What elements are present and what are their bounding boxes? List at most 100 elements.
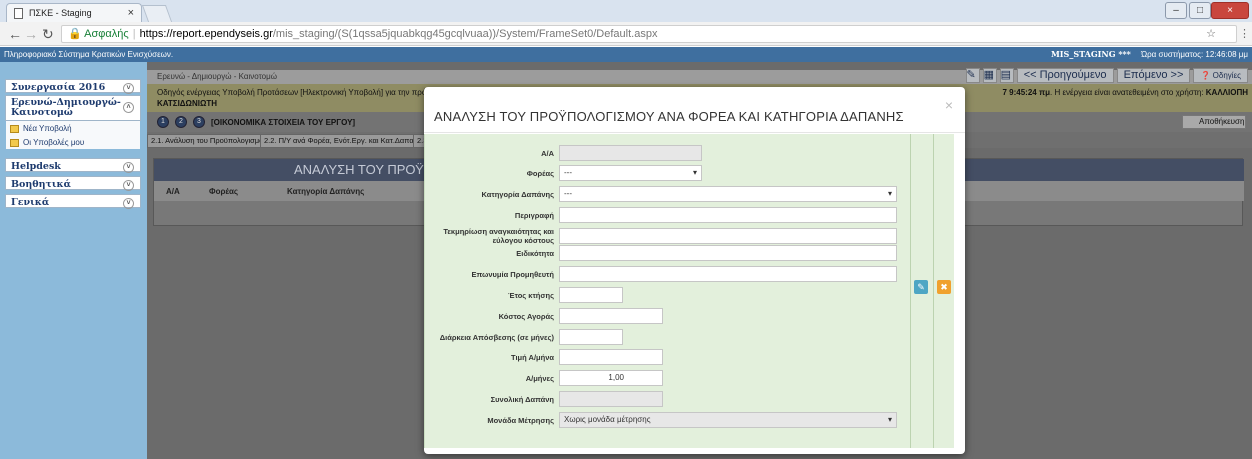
eponymia-input[interactable] (559, 266, 897, 282)
help-label: Οδηγίες (1212, 71, 1241, 80)
save-button[interactable]: Αποθήκευση (1182, 115, 1246, 129)
budget-modal: ΑΝΑΛΥΣΗ ΤΟΥ ΠΡΟΫΠΟΛΟΓΙΣΜΟΥ ΑΝΑ ΦΟΡΕΑ ΚΑΙ… (424, 87, 965, 454)
field-label: Επωνυμία Προμηθευτή (471, 270, 555, 279)
reload-icon[interactable]: ↻ (42, 25, 54, 43)
modal-title: ΑΝΑΛΥΣΗ ΤΟΥ ΠΡΟΫΠΟΛΟΓΙΣΜΟΥ ΑΝΑ ΦΟΡΕΑ ΚΑΙ… (434, 109, 904, 124)
amines-input[interactable]: 1,00 (559, 370, 663, 386)
field-label: Τεκμηρίωση αναγκαιότητας και εύλογου κόσ… (443, 227, 554, 245)
new-tab-button[interactable] (141, 5, 173, 22)
timi-input[interactable] (559, 349, 663, 365)
field-label: Ειδικότητα (516, 249, 554, 258)
bookmark-star-icon[interactable]: ☆ (1206, 26, 1216, 42)
eidikotita-input[interactable] (559, 245, 897, 261)
address-separator: | (132, 28, 136, 40)
monada-select[interactable]: Χωρις μονάδα μέτρησης (559, 412, 897, 428)
field-label: Τιμή Α/μήνα (511, 353, 554, 362)
environment-label: MIS_STAGING *** (1050, 49, 1131, 59)
sidebar-section-helpdesk[interactable]: Helpdesk ˅ (5, 158, 141, 173)
grid-col-aa: Α/Α (166, 187, 180, 196)
notice-assign-text: . Η ενέργεια είναι ανατεθειμένη στο χρήσ… (1050, 88, 1204, 97)
step-2-icon[interactable]: 2 (175, 116, 187, 128)
edit-pencil-icon[interactable]: ✎ (965, 68, 980, 83)
kostos-input[interactable] (559, 308, 663, 324)
print-icon[interactable]: ▦ (982, 68, 997, 83)
step-1-icon[interactable]: 1 (157, 116, 169, 128)
field-label: Κόστος Αγοράς (498, 312, 554, 321)
sidebar-section-erevno[interactable]: Ερευνώ-Δημιουργώ-Καινοτομώ ˄ (5, 95, 141, 121)
export-icon[interactable]: ▤ (999, 68, 1014, 83)
row-actions: ✎ ✖ (910, 134, 954, 448)
field-label: Περιγραφή (514, 211, 554, 220)
sidebar-section-label: Ερευνώ-Δημιουργώ-Καινοτομώ (11, 97, 121, 118)
chevron-up-icon[interactable]: ˄ (123, 102, 134, 113)
aa-input (559, 145, 702, 161)
sidebar-section-voithitika[interactable]: Βοηθητικά ˅ (5, 176, 141, 191)
sidebar-section-label: Συνεργασία 2016 (11, 82, 106, 93)
confirm-edit-icon[interactable]: ✎ (914, 280, 928, 294)
sidebar-item-new-submission[interactable]: Νέα Υποβολή (6, 121, 140, 135)
header-right: MIS_STAGING *** Ώρα συστήματος: 12:46:08… (1051, 47, 1248, 62)
maximize-button[interactable]: □ (1189, 2, 1211, 19)
browser-tab-title: ΠΣΚΕ - Staging (29, 8, 92, 18)
url-path: /mis_staging/(S(1qssa5jquabkqg45gcqlvuaa… (272, 28, 658, 40)
etos-input[interactable] (559, 287, 623, 303)
help-icon: ❓ (1200, 71, 1211, 80)
sidebar-section-label: Γενικά (11, 197, 50, 208)
field-label: Μονάδα Μέτρησης (487, 416, 554, 425)
sidebar-section-genika[interactable]: Γενικά ˅ (5, 194, 141, 209)
perigrafi-input[interactable] (559, 207, 897, 223)
chevron-down-icon[interactable]: ˅ (123, 180, 134, 191)
forward-arrow-icon[interactable]: → (24, 25, 38, 43)
chevron-down-icon[interactable]: ˅ (123, 162, 134, 173)
window-close-button[interactable]: × (1211, 2, 1249, 19)
address-bar[interactable]: 🔒 Ασφαλής | https://report.ependyseis.gr/m… (61, 25, 1250, 43)
minimize-button[interactable]: – (1165, 2, 1187, 19)
back-arrow-icon[interactable]: ← (8, 25, 22, 43)
field-label: Α/Α (541, 149, 554, 158)
field-label: Έτος κτήσης (508, 291, 554, 300)
app-header: Πληροφοριακό Σύστημα Κρατικών Ενισχύσεων… (0, 47, 1252, 62)
menu-kebab-icon[interactable]: ⋮ (1239, 26, 1250, 42)
secure-label: Ασφαλής (84, 28, 129, 40)
top-toolbar: ✎ ▦ ▤ << Προηγούμενο Επόμενο >> ❓ Οδηγίε… (965, 68, 1248, 84)
notice-right: 7 9:45:24 πμ. Η ενέργεια είναι ανατεθειμ… (1003, 87, 1249, 98)
sidebar-item-label: Νέα Υποβολή (23, 124, 72, 133)
step-3-icon[interactable]: 3 (193, 116, 205, 128)
chevron-down-icon[interactable]: ˅ (123, 83, 134, 94)
cancel-x-icon[interactable]: ✖ (937, 280, 951, 294)
tab-budget-analysis[interactable]: 2.1. Ανάλυση του Προϋπολογισμού (147, 134, 272, 148)
sidebar-section-synergasia[interactable]: Συνεργασία 2016 ˅ (5, 79, 141, 94)
browser-tab[interactable]: ΠΣΚΕ - Staging × (6, 3, 142, 22)
modal-close-icon[interactable]: × (945, 97, 953, 113)
sidebar-item-my-submissions[interactable]: Οι Υποβολές μου (6, 135, 140, 149)
folder-icon (10, 138, 19, 147)
synoliki-input (559, 391, 663, 407)
lock-icon: 🔒 (68, 28, 82, 40)
foreas-select[interactable]: --- (559, 165, 702, 181)
grid-col-foreas: Φορέας (209, 187, 239, 196)
notice-user: ΚΑΛΛΙΟΠΗ (1205, 88, 1248, 97)
help-button[interactable]: ❓ Οδηγίες (1193, 68, 1248, 83)
field-label: Συνολική Δαπάνη (490, 395, 554, 404)
budget-form: Α/Α Φορέας --- Κατηγορία Δαπάνης --- Περ… (424, 134, 910, 448)
tab-close-icon[interactable]: × (128, 4, 134, 22)
browser-tab-bar: ΠΣΚΕ - Staging × – □ × (0, 0, 1252, 22)
diarkeia-input[interactable] (559, 329, 623, 345)
server-time: Ώρα συστήματος: 12:46:08 μμ (1141, 50, 1248, 59)
previous-button[interactable]: << Προηγούμενο (1016, 68, 1114, 83)
action-separator (933, 134, 934, 448)
sidebar-section-label: Βοηθητικά (11, 179, 71, 190)
tekmiriosi-input[interactable] (559, 228, 897, 244)
page-icon (14, 8, 23, 19)
modal-divider (424, 132, 965, 133)
next-button[interactable]: Επόμενο >> (1116, 68, 1191, 83)
field-label: Α/μήνες (525, 374, 554, 383)
tab-budget-by-entity[interactable]: 2.2. Π/Υ ανά Φορέα, Ενότ.Εργ. και Κατ.Δα… (260, 134, 424, 148)
sidebar-section-label: Helpdesk (11, 161, 61, 172)
system-name: Πληροφοριακό Σύστημα Κρατικών Ενισχύσεων… (4, 50, 174, 59)
chevron-down-icon[interactable]: ˅ (123, 198, 134, 209)
save-label: Αποθήκευση (1199, 117, 1245, 126)
notice-time: 7 9:45:24 πμ (1002, 88, 1051, 97)
katigoria-select[interactable]: --- (559, 186, 897, 202)
url-host: https://report.ependyseis.gr (139, 28, 273, 40)
